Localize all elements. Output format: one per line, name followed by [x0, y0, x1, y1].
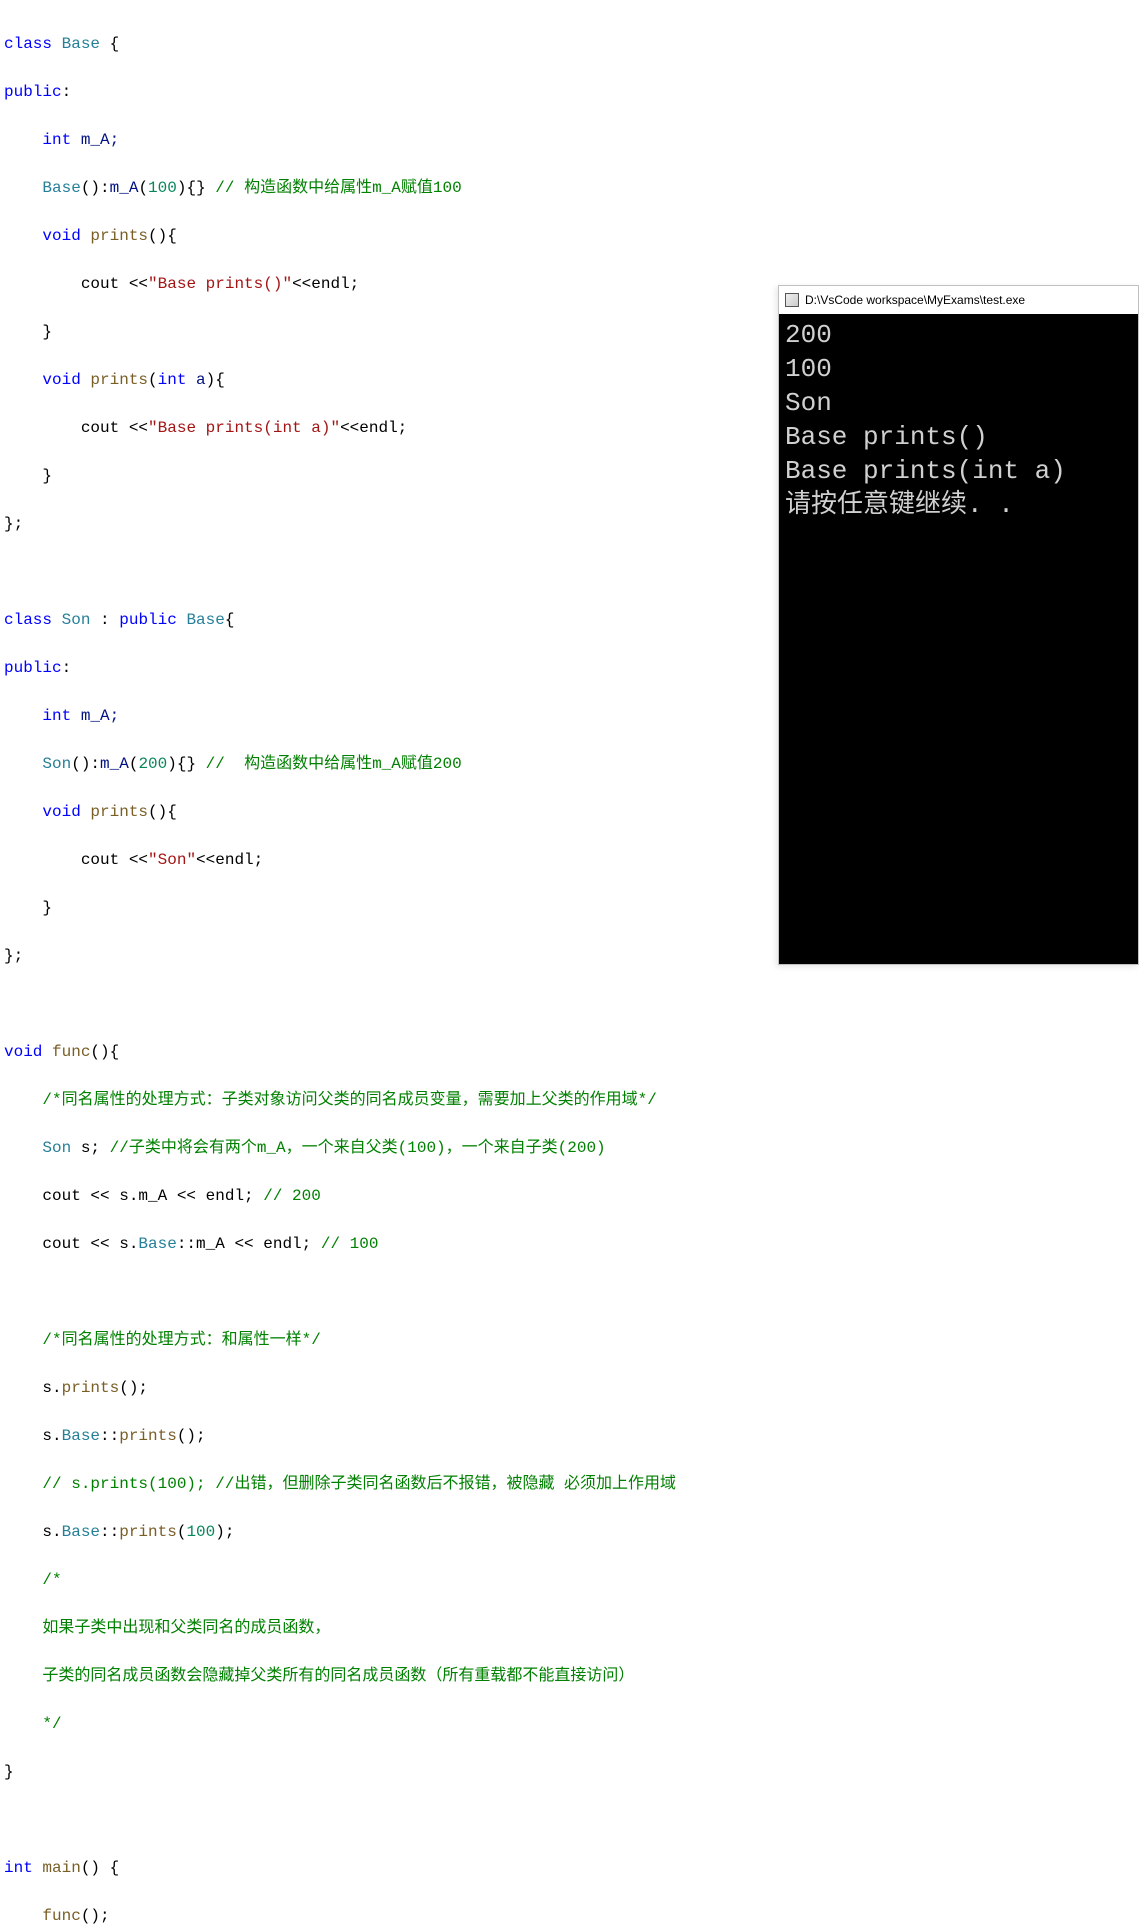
console-line: 100: [785, 354, 832, 384]
console-line: Base prints(int a): [785, 456, 1066, 486]
console-line: 请按任意键继续. .: [785, 490, 1014, 520]
console-title: D:\VsCode workspace\MyExams\test.exe: [805, 293, 1025, 307]
class-name: Base: [62, 35, 100, 53]
comment: // 构造函数中给属性m_A赋值100: [215, 179, 461, 197]
console-titlebar[interactable]: D:\VsCode workspace\MyExams\test.exe: [779, 286, 1138, 314]
console-window[interactable]: D:\VsCode workspace\MyExams\test.exe 200…: [778, 285, 1139, 965]
console-line: 200: [785, 320, 832, 350]
console-app-icon: [785, 293, 799, 307]
keyword-int: int: [42, 131, 71, 149]
console-line: Base prints(): [785, 422, 988, 452]
console-output[interactable]: 200 100 Son Base prints() Base prints(in…: [779, 314, 1138, 964]
keyword-class: class: [4, 35, 52, 53]
console-line: Son: [785, 388, 832, 418]
keyword-public: public: [4, 83, 62, 101]
